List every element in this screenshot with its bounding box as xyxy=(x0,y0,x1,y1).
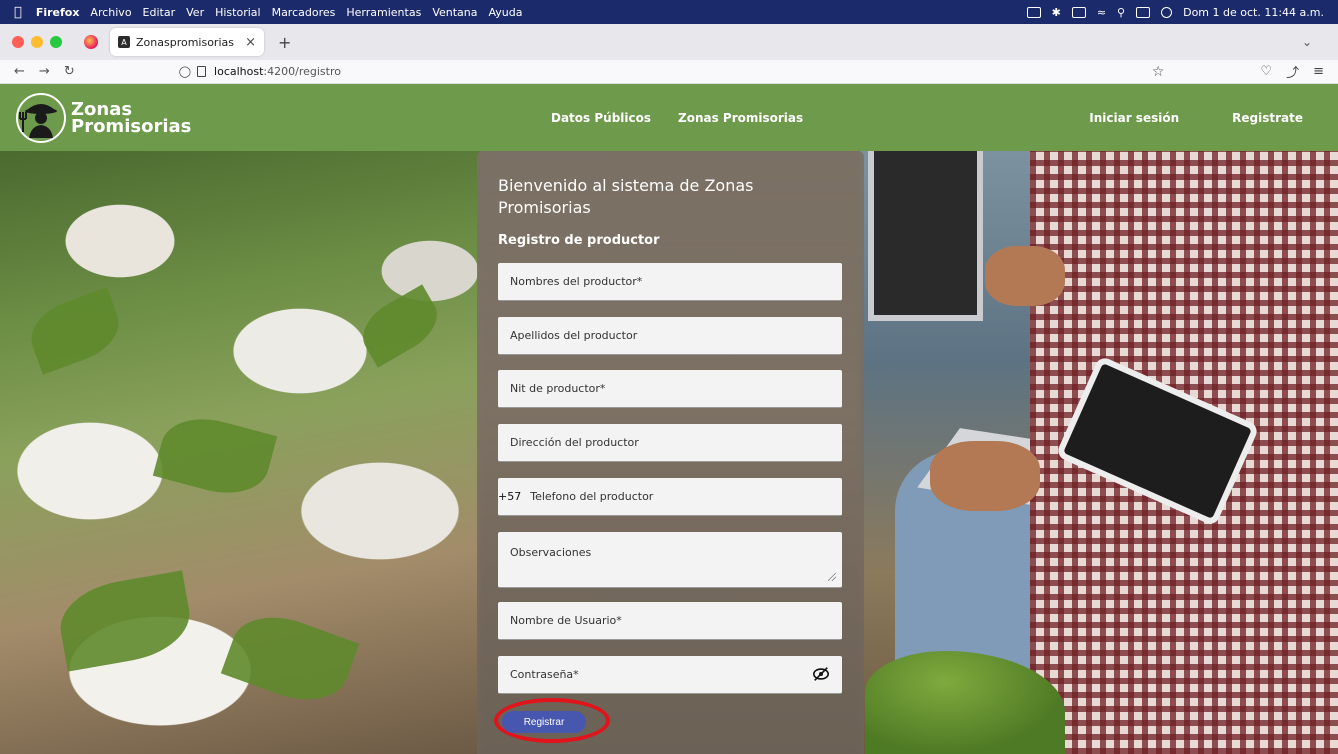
back-arrow-icon[interactable]: ← xyxy=(14,64,25,79)
menu-historial[interactable]: Historial xyxy=(215,6,260,19)
menu-ventana[interactable]: Ventana xyxy=(432,6,477,19)
status-icon[interactable] xyxy=(1026,6,1041,18)
nit-input[interactable]: Nit de productor* xyxy=(498,370,842,408)
registrar-button[interactable]: Registrar xyxy=(502,711,586,733)
main-nav: Datos Públicos Zonas Promisorias xyxy=(551,84,803,151)
login-link[interactable]: Iniciar sesión xyxy=(1089,111,1179,125)
auth-nav: Iniciar sesión Registrate xyxy=(1089,84,1303,151)
hand-decoration xyxy=(930,441,1040,511)
reload-icon[interactable]: ↻ xyxy=(64,64,75,79)
browser-tab-active[interactable]: A Zonaspromisorias × xyxy=(110,28,264,56)
form-subtitle: Registro de productor xyxy=(498,233,660,248)
register-link[interactable]: Registrate xyxy=(1232,111,1303,125)
window-controls xyxy=(12,36,62,48)
direccion-placeholder: Dirección del productor xyxy=(510,436,639,449)
pocket-icon[interactable]: ♡ xyxy=(1260,64,1272,79)
contrasena-placeholder: Contraseña* xyxy=(510,668,579,681)
resize-grip-icon[interactable] xyxy=(828,573,836,581)
registration-card: Bienvenido al sistema de Zonas Promisori… xyxy=(477,151,864,754)
star-icon[interactable]: ☆ xyxy=(1152,64,1165,80)
phone-prefix: +57 xyxy=(498,490,522,503)
siri-icon[interactable] xyxy=(1161,6,1173,18)
nombres-placeholder: Nombres del productor* xyxy=(510,275,643,288)
menu-app-name[interactable]: Firefox xyxy=(36,6,80,19)
control-center-icon[interactable] xyxy=(1136,6,1151,18)
search-icon[interactable]: ⚲ xyxy=(1117,6,1125,19)
nav-zonas-promisorias[interactable]: Zonas Promisorias xyxy=(678,111,803,125)
form-title: Bienvenido al sistema de Zonas Promisori… xyxy=(498,176,754,217)
logo-line2: Promisorias xyxy=(71,115,192,137)
macos-menubar:  Firefox Archivo Editar Ver Historial M… xyxy=(0,0,1338,24)
apple-icon[interactable]:  xyxy=(14,5,22,20)
browser-navbar: ← → ↻ ◯ localhost :4200/registro ☆ ♡ ⤴ ≡ xyxy=(0,60,1338,84)
url-host: localhost xyxy=(214,65,264,78)
apellidos-placeholder: Apellidos del productor xyxy=(510,329,638,342)
clock[interactable]: Dom 1 de oct. 11:44 a.m. xyxy=(1183,6,1324,19)
logo-text: Zonas Promisorias xyxy=(71,98,192,137)
tab-title: Zonaspromisorias xyxy=(136,35,234,49)
url-bar[interactable]: ◯ localhost :4200/registro xyxy=(179,65,341,78)
menu-archivo[interactable]: Archivo xyxy=(90,6,131,19)
new-tab-button[interactable]: + xyxy=(278,33,291,52)
hamburger-menu-icon[interactable]: ≡ xyxy=(1313,64,1324,79)
hand-decoration xyxy=(985,246,1065,306)
contrasena-input[interactable]: Contraseña* xyxy=(498,656,842,694)
menu-editar[interactable]: Editar xyxy=(143,6,176,19)
usuario-input[interactable]: Nombre de Usuario* xyxy=(498,602,842,640)
firefox-icon[interactable] xyxy=(84,35,98,49)
close-window-button[interactable] xyxy=(12,36,24,48)
angular-favicon-icon: A xyxy=(118,36,130,48)
extensions-icon[interactable]: ⤴ xyxy=(1286,62,1299,81)
observaciones-textarea[interactable]: Observaciones xyxy=(498,532,842,588)
apellidos-input[interactable]: Apellidos del productor xyxy=(498,317,842,355)
usuario-placeholder: Nombre de Usuario* xyxy=(510,614,622,627)
bluetooth-icon[interactable]: ✱ xyxy=(1052,6,1061,19)
browser-tabstrip: A Zonaspromisorias × + ⌄ xyxy=(0,24,1338,60)
url-path: :4200/registro xyxy=(263,65,341,78)
farmer-logo-icon xyxy=(16,92,66,143)
shield-icon[interactable]: ◯ xyxy=(179,65,191,78)
menu-ayuda[interactable]: Ayuda xyxy=(489,6,523,19)
telefono-input[interactable]: +57 Telefono del productor xyxy=(498,478,842,516)
nombres-input[interactable]: Nombres del productor* xyxy=(498,263,842,301)
maximize-window-button[interactable] xyxy=(50,36,62,48)
page-icon xyxy=(197,66,207,77)
tab-list-chevron-icon[interactable]: ⌄ xyxy=(1302,35,1312,49)
menu-herramientas[interactable]: Herramientas xyxy=(346,6,421,19)
minimize-window-button[interactable] xyxy=(31,36,43,48)
forward-arrow-icon[interactable]: → xyxy=(39,64,50,79)
wifi-icon[interactable]: ≈ xyxy=(1097,6,1106,19)
observaciones-placeholder: Observaciones xyxy=(510,546,592,559)
laptop-decoration xyxy=(868,151,983,321)
menu-marcadores[interactable]: Marcadores xyxy=(272,6,336,19)
nit-placeholder: Nit de productor* xyxy=(510,382,606,395)
telefono-placeholder: Telefono del productor xyxy=(530,490,654,503)
menu-ver[interactable]: Ver xyxy=(186,6,204,19)
eye-slash-icon[interactable] xyxy=(812,665,830,683)
nav-datos-publicos[interactable]: Datos Públicos xyxy=(551,111,651,125)
app-header: Zonas Promisorias Datos Públicos Zonas P… xyxy=(0,84,1338,151)
close-tab-icon[interactable]: × xyxy=(245,35,256,50)
logo[interactable]: Zonas Promisorias xyxy=(15,92,191,144)
logo-line1: Zonas xyxy=(71,98,133,120)
battery-icon[interactable] xyxy=(1071,6,1086,18)
direccion-input[interactable]: Dirección del productor xyxy=(498,424,842,462)
